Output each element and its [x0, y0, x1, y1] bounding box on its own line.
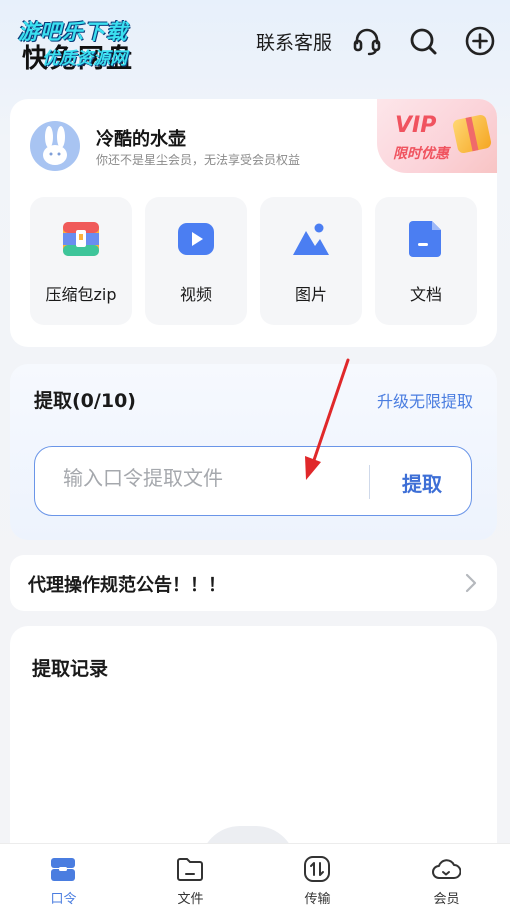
category-label: 文档 — [409, 285, 442, 304]
upgrade-unlimited-link[interactable]: 升级无限提取 — [377, 388, 473, 412]
image-icon — [291, 219, 331, 259]
divider — [369, 465, 370, 499]
extract-button[interactable]: 提取 — [387, 463, 457, 501]
token-input[interactable] — [63, 466, 363, 490]
category-label: 压缩包zip — [45, 285, 117, 304]
vip-promo-badge[interactable]: VIP 限时优惠 — [377, 99, 497, 173]
transfer-icon — [302, 854, 332, 884]
category-video[interactable]: 视频 — [145, 197, 247, 325]
tab-transfer[interactable]: 传输 — [254, 844, 381, 907]
category-grid: 压缩包zip 视频 图片 文档 — [30, 197, 478, 325]
category-document[interactable]: 文档 — [375, 197, 477, 325]
zip-icon — [61, 219, 101, 259]
app-header: 快兔网盘 游吧乐下载 优质资源网 联系客服 — [0, 0, 510, 90]
extract-box: 提取 — [34, 446, 472, 516]
video-icon — [176, 219, 216, 259]
category-label: 视频 — [179, 285, 212, 304]
category-zip[interactable]: 压缩包zip — [30, 197, 132, 325]
user-card: 冷酷的水壶 你还不是星尘会员，无法享受会员权益 VIP 限时优惠 压缩包zip … — [10, 99, 497, 347]
tab-label: 会员 — [433, 892, 460, 907]
token-box-icon — [48, 854, 78, 884]
member-hint: 你还不是星尘会员，无法享受会员权益 — [96, 153, 301, 167]
tab-label: 文件 — [177, 892, 204, 907]
tab-label: 传输 — [304, 892, 331, 907]
tab-member[interactable]: 会员 — [383, 844, 510, 907]
folder-icon — [175, 854, 205, 884]
watermark-subtext: 优质资源网 — [42, 49, 127, 69]
vip-badge-subtitle: 限时优惠 — [393, 146, 449, 162]
search-icon[interactable] — [406, 24, 440, 58]
document-icon — [406, 219, 446, 259]
username: 冷酷的水壶 — [96, 129, 186, 150]
tab-label: 口令 — [50, 892, 77, 907]
avatar[interactable] — [30, 121, 80, 171]
cloud-member-icon — [431, 854, 462, 884]
bottom-tab-bar: 口令 文件 传输 会员 — [0, 843, 510, 907]
vip-badge-title: VIP — [395, 113, 437, 138]
contact-service-label[interactable]: 联系客服 — [256, 28, 332, 55]
category-label: 图片 — [294, 285, 327, 304]
tab-token[interactable]: 口令 — [0, 844, 127, 907]
chevron-right-icon — [465, 573, 477, 593]
announcement-bar[interactable]: 代理操作规范公告！！！ — [10, 555, 497, 611]
tab-files[interactable]: 文件 — [127, 844, 254, 907]
plus-circle-icon[interactable] — [463, 24, 497, 58]
announcement-text: 代理操作规范公告！！！ — [28, 575, 226, 596]
records-title: 提取记录 — [32, 658, 109, 680]
app-logo: 快兔网盘 游吧乐下载 优质资源网 — [18, 16, 148, 74]
headset-icon[interactable] — [350, 24, 384, 58]
gift-icon — [451, 113, 493, 155]
category-image[interactable]: 图片 — [260, 197, 362, 325]
extract-card: 提取(0/10) 升级无限提取 提取 — [10, 364, 497, 540]
watermark-text: 游吧乐下载 — [18, 20, 128, 44]
extract-title: 提取(0/10) — [34, 390, 136, 412]
